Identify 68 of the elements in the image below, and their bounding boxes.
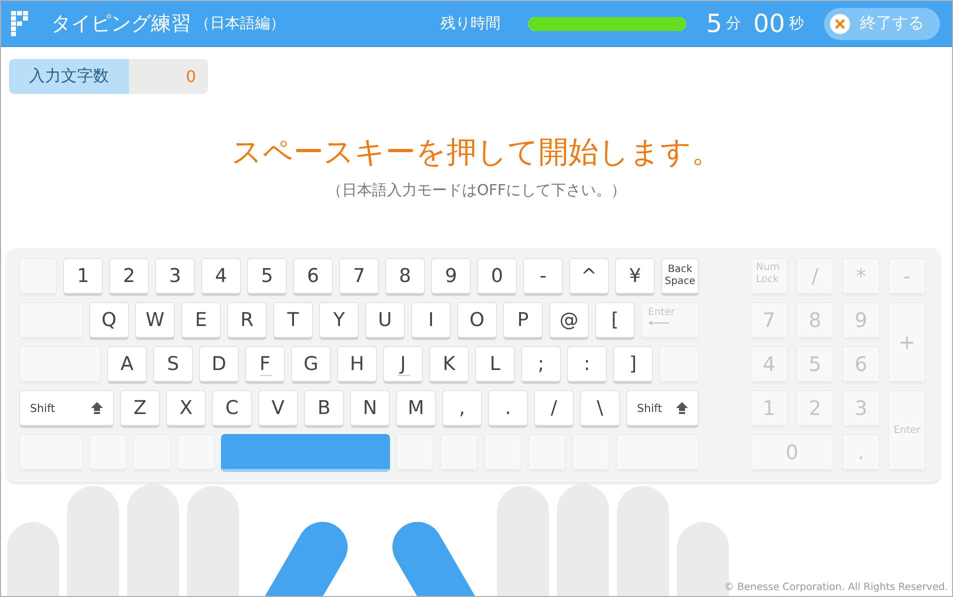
key[interactable]: O <box>457 302 497 340</box>
key[interactable]: R <box>227 302 267 340</box>
minutes-unit: 分 <box>726 14 742 33</box>
key[interactable]: . <box>488 390 528 428</box>
key[interactable]: Back Space <box>661 258 699 296</box>
space-key[interactable] <box>221 434 390 472</box>
key[interactable]: E <box>181 302 221 340</box>
key[interactable]: K <box>429 346 469 384</box>
shift-key[interactable]: Shift <box>19 390 114 428</box>
key[interactable]: Q <box>89 302 129 340</box>
seconds-unit: 秒 <box>789 14 804 33</box>
key[interactable]: V <box>258 390 298 428</box>
key[interactable]: G <box>291 346 331 384</box>
ime-note: （日本語入力モードはOFFにして下さい。） <box>326 181 626 200</box>
key[interactable]: ; <box>521 346 561 384</box>
key[interactable]: T <box>273 302 313 340</box>
close-icon <box>830 14 850 34</box>
shift-key[interactable]: Shift <box>626 390 699 428</box>
key[interactable]: 6 <box>293 258 333 296</box>
shift-arrow-icon <box>91 402 103 414</box>
key[interactable]: N <box>350 390 390 428</box>
key[interactable]: F <box>245 346 285 384</box>
key[interactable]: B <box>304 390 344 428</box>
key[interactable]: 5 <box>247 258 287 296</box>
key[interactable]: @ <box>549 302 589 340</box>
key[interactable]: 4 <box>201 258 241 296</box>
minutes-value: 5 <box>706 9 722 38</box>
key[interactable]: - <box>523 258 563 296</box>
counter-label: 入力文字数 <box>9 59 129 94</box>
key[interactable]: I <box>411 302 451 340</box>
key[interactable]: L <box>475 346 515 384</box>
key[interactable]: H <box>337 346 377 384</box>
key[interactable]: 2 <box>109 258 149 296</box>
key[interactable]: 8 <box>385 258 425 296</box>
key[interactable]: \ <box>580 390 620 428</box>
key[interactable]: J <box>383 346 423 384</box>
key[interactable]: 0 <box>477 258 517 296</box>
key[interactable]: [ <box>595 302 635 340</box>
key[interactable]: , <box>442 390 482 428</box>
copyright-text: © Benesse Corporation. All Rights Reserved. <box>724 582 948 593</box>
key[interactable]: M <box>396 390 436 428</box>
key[interactable]: 9 <box>431 258 471 296</box>
key[interactable]: S <box>153 346 193 384</box>
key[interactable]: W <box>135 302 175 340</box>
key[interactable]: P <box>503 302 543 340</box>
app-title: タイピング練習 <box>51 10 191 37</box>
key[interactable]: / <box>534 390 574 428</box>
key[interactable]: 1 <box>63 258 103 296</box>
app-subtitle: （日本語編） <box>195 14 285 33</box>
key[interactable]: ¥ <box>615 258 655 296</box>
return-arrow-icon <box>648 320 670 326</box>
key[interactable]: C <box>212 390 252 428</box>
key[interactable]: : <box>567 346 607 384</box>
shift-arrow-icon <box>676 402 688 414</box>
counter-value: 0 <box>129 59 208 94</box>
key[interactable]: Z <box>120 390 160 428</box>
start-message: スペースキーを押して開始します。 <box>232 134 722 172</box>
key[interactable]: 3 <box>155 258 195 296</box>
key[interactable]: A <box>107 346 147 384</box>
key[interactable]: Y <box>319 302 359 340</box>
key[interactable]: 7 <box>339 258 379 296</box>
key[interactable]: X <box>166 390 206 428</box>
seconds-value: 00 <box>753 9 785 38</box>
key[interactable]: ^ <box>569 258 609 296</box>
key[interactable]: ] <box>613 346 653 384</box>
key[interactable]: U <box>365 302 405 340</box>
key[interactable]: D <box>199 346 239 384</box>
time-label: 残り時間 <box>440 14 500 33</box>
